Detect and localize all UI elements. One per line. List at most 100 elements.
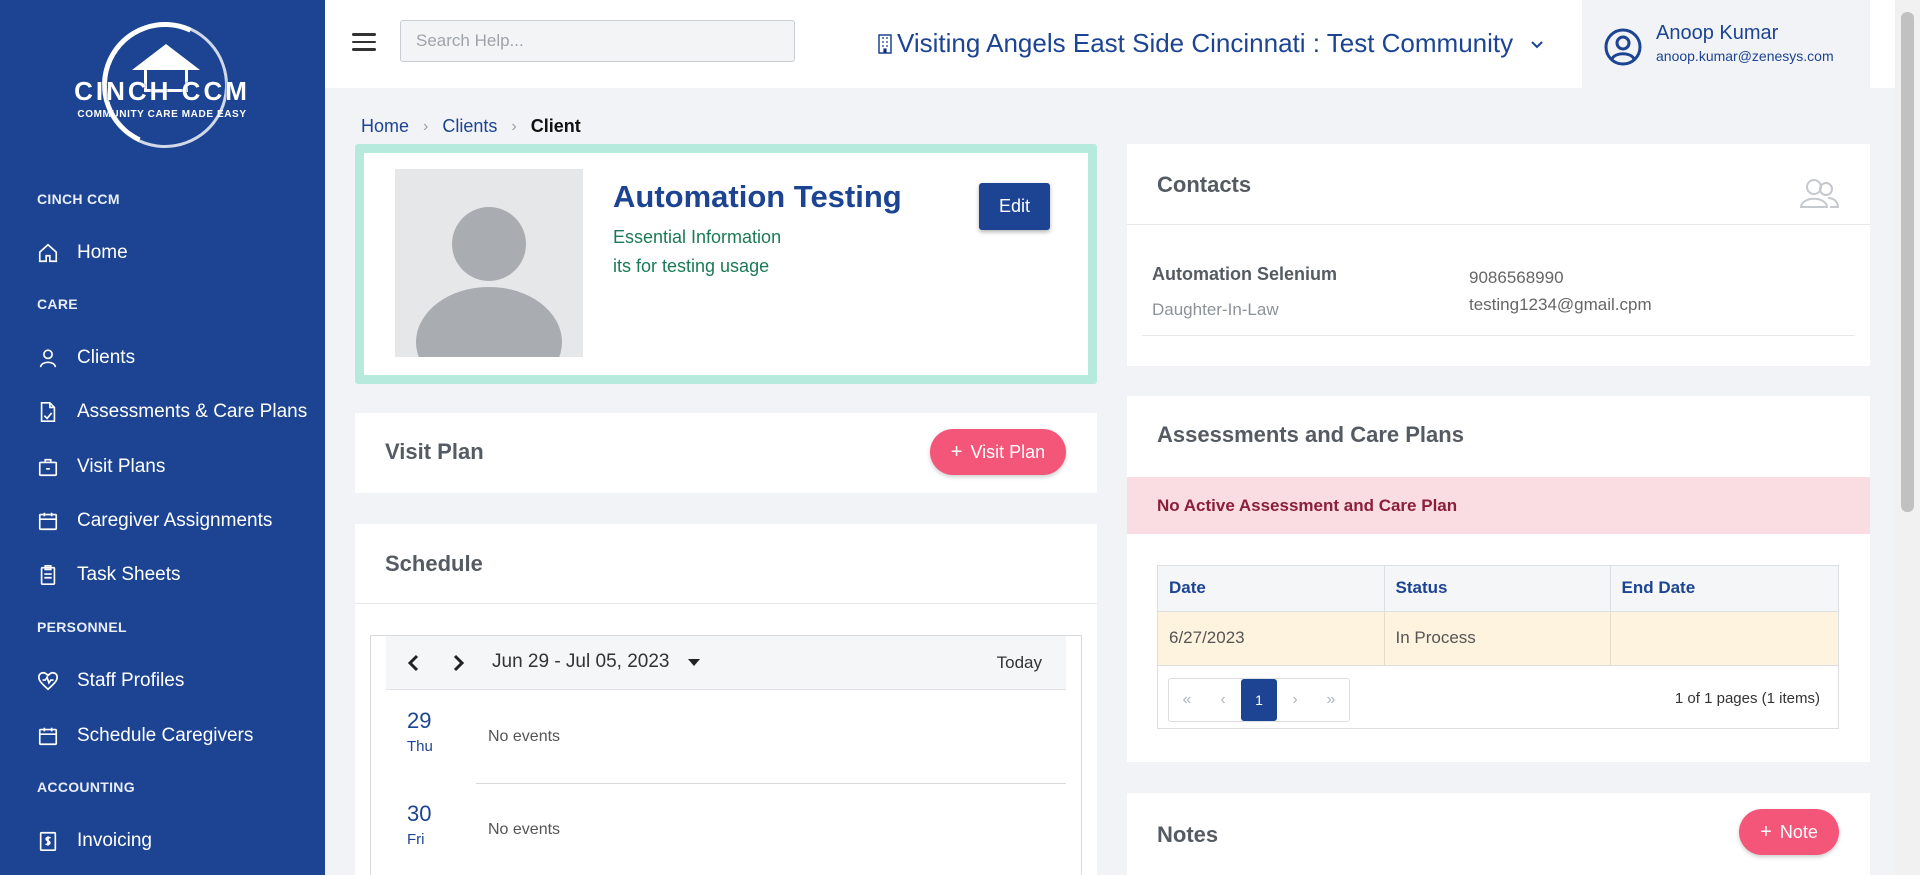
schedule-toolbar: Jun 29 - Jul 05, 2023 Today bbox=[386, 636, 1066, 690]
sidebar-item-label: Staff Profiles bbox=[77, 670, 185, 691]
sidebar-item-visit-plans[interactable]: Visit Plans bbox=[37, 456, 165, 478]
clipboard-icon bbox=[40, 565, 56, 585]
date-range-selector[interactable]: Jun 29 - Jul 05, 2023 bbox=[492, 651, 701, 673]
sidebar-item-task-sheets[interactable]: Task Sheets bbox=[37, 564, 181, 586]
add-contact-icon[interactable] bbox=[1798, 176, 1840, 210]
sidebar-item-label: Home bbox=[77, 242, 128, 263]
chevron-down-icon bbox=[1531, 40, 1543, 48]
client-note: its for testing usage bbox=[613, 256, 770, 276]
community-selector[interactable]: Visiting Angels East Side Cincinnati : T… bbox=[877, 28, 1545, 59]
sidebar-item-label: Caregiver Assignments bbox=[77, 510, 273, 531]
sidebar-item-label: Assessments & Care Plans bbox=[77, 401, 308, 422]
pagination: « ‹ 1 › » bbox=[1168, 678, 1350, 722]
next-page-icon[interactable]: › bbox=[1277, 679, 1313, 721]
chevron-right-icon: › bbox=[423, 117, 429, 135]
cell-date: 6/27/2023 bbox=[1158, 611, 1385, 666]
user-email: anoop.kumar@zenesys.com bbox=[1656, 48, 1834, 64]
acp-table: Date Status End Date 6/27/2023 In Proces… bbox=[1157, 565, 1839, 729]
contacts-card: Contacts Automation Selenium Daughter-In… bbox=[1127, 144, 1870, 366]
no-active-plan-alert: No Active Assessment and Care Plan bbox=[1127, 477, 1870, 534]
breadcrumb-home[interactable]: Home bbox=[361, 116, 409, 137]
sidebar-item-clients[interactable]: Clients bbox=[37, 347, 135, 369]
next-week-icon[interactable] bbox=[448, 652, 468, 674]
contact-relation: Daughter-In-Law bbox=[1152, 300, 1279, 319]
sidebar: CINCH CCM COMMUNITY CARE MADE EASY CINCH… bbox=[0, 0, 325, 875]
notes-card: Notes + Note bbox=[1127, 793, 1870, 875]
edit-button[interactable]: Edit bbox=[979, 183, 1050, 230]
user-menu[interactable]: Anoop Kumar anoop.kumar@zenesys.com bbox=[1582, 0, 1870, 88]
day-of-week: Thu bbox=[407, 738, 433, 755]
menu-toggle-icon[interactable] bbox=[352, 33, 376, 53]
no-events-text: No events bbox=[488, 728, 561, 745]
sidebar-item-schedule-caregivers[interactable]: Schedule Caregivers bbox=[37, 725, 253, 747]
section-personnel: PERSONNEL bbox=[37, 619, 127, 635]
day-number: 30 bbox=[407, 801, 432, 826]
cinch-ccm-logo[interactable]: CINCH CCM COMMUNITY CARE MADE EASY bbox=[62, 4, 262, 166]
notes-title: Notes bbox=[1157, 822, 1219, 847]
section-care: CARE bbox=[37, 296, 78, 312]
sidebar-item-invoicing[interactable]: Invoicing bbox=[37, 830, 152, 852]
invoice-icon bbox=[39, 831, 57, 851]
logo-tagline: COMMUNITY CARE MADE EASY bbox=[77, 109, 247, 120]
calendar-icon bbox=[38, 512, 58, 531]
first-page-icon[interactable]: « bbox=[1169, 679, 1205, 721]
heart-pulse-icon bbox=[38, 671, 58, 691]
search-help-input[interactable] bbox=[400, 20, 795, 62]
day-of-week: Fri bbox=[407, 831, 425, 848]
sidebar-item-label: Invoicing bbox=[77, 830, 152, 851]
sidebar-item-staff-profiles[interactable]: Staff Profiles bbox=[37, 670, 184, 692]
visit-plan-title: Visit Plan bbox=[385, 439, 484, 464]
date-range-label: Jun 29 - Jul 05, 2023 bbox=[492, 651, 670, 672]
plus-icon: + bbox=[1760, 820, 1772, 843]
column-header-end-date[interactable]: End Date bbox=[1610, 566, 1838, 612]
client-photo-placeholder bbox=[395, 169, 583, 357]
assessments-care-plans-card: Assessments and Care Plans No Active Ass… bbox=[1127, 396, 1870, 762]
cell-end-date bbox=[1610, 611, 1838, 666]
sidebar-item-label: Schedule Caregivers bbox=[77, 725, 254, 746]
briefcase-icon bbox=[38, 458, 58, 477]
sidebar-item-label: Task Sheets bbox=[77, 564, 181, 585]
add-note-label: Note bbox=[1779, 821, 1818, 842]
user-name: Anoop Kumar bbox=[1656, 22, 1779, 44]
acp-title: Assessments and Care Plans bbox=[1157, 422, 1464, 447]
sidebar-item-home[interactable]: Home bbox=[37, 242, 128, 264]
add-visit-plan-button[interactable]: + Visit Plan bbox=[930, 429, 1066, 475]
day-number: 29 bbox=[407, 708, 432, 733]
page-button[interactable]: 1 bbox=[1241, 679, 1277, 721]
schedule-day: 29 Thu bbox=[407, 708, 433, 755]
add-note-button[interactable]: + Note bbox=[1739, 809, 1839, 855]
scrollbar-thumb[interactable] bbox=[1901, 12, 1914, 512]
last-page-icon[interactable]: » bbox=[1313, 679, 1349, 721]
user-icon bbox=[39, 349, 57, 368]
schedule-list: Jun 29 - Jul 05, 2023 Today 29 Thu No ev… bbox=[370, 635, 1082, 875]
essential-information-link[interactable]: Essential Information bbox=[613, 227, 781, 248]
user-avatar-icon bbox=[1604, 28, 1642, 66]
visit-plan-card: Visit Plan + Visit Plan bbox=[355, 413, 1097, 493]
community-name: Visiting Angels East Side Cincinnati : T… bbox=[897, 28, 1514, 58]
add-visit-plan-label: Visit Plan bbox=[970, 441, 1046, 462]
column-header-status[interactable]: Status bbox=[1384, 566, 1611, 612]
sidebar-item-label: Visit Plans bbox=[77, 456, 166, 477]
prev-page-icon[interactable]: ‹ bbox=[1205, 679, 1241, 721]
sidebar-item-label: Clients bbox=[77, 347, 136, 368]
client-name: Automation Testing bbox=[613, 179, 902, 214]
cell-status: In Process bbox=[1384, 611, 1611, 666]
topbar: Visiting Angels East Side Cincinnati : T… bbox=[325, 0, 1895, 88]
today-button[interactable]: Today bbox=[997, 653, 1042, 673]
page-scrollbar[interactable] bbox=[1895, 0, 1920, 875]
table-row[interactable]: 6/27/2023 In Process bbox=[1158, 611, 1838, 666]
calendar-icon bbox=[38, 727, 58, 746]
breadcrumb-clients[interactable]: Clients bbox=[442, 116, 497, 137]
section-cinch-ccm: CINCH CCM bbox=[37, 191, 120, 207]
caret-down-icon bbox=[688, 659, 701, 666]
breadcrumb: Home › Clients › Client bbox=[361, 116, 581, 137]
section-accounting: ACCOUNTING bbox=[37, 779, 135, 795]
column-header-date[interactable]: Date bbox=[1158, 566, 1385, 612]
plus-icon: + bbox=[950, 440, 963, 463]
document-icon bbox=[40, 402, 56, 422]
page-info: 1 of 1 pages (1 items) bbox=[1674, 690, 1820, 707]
schedule-card: Schedule Jun 29 - Jul 05, 2023 Today 29 … bbox=[355, 524, 1097, 875]
prev-week-icon[interactable] bbox=[404, 652, 424, 674]
sidebar-item-assessments[interactable]: Assessments & Care Plans bbox=[37, 401, 307, 423]
sidebar-item-caregiver-assignments[interactable]: Caregiver Assignments bbox=[37, 510, 272, 532]
